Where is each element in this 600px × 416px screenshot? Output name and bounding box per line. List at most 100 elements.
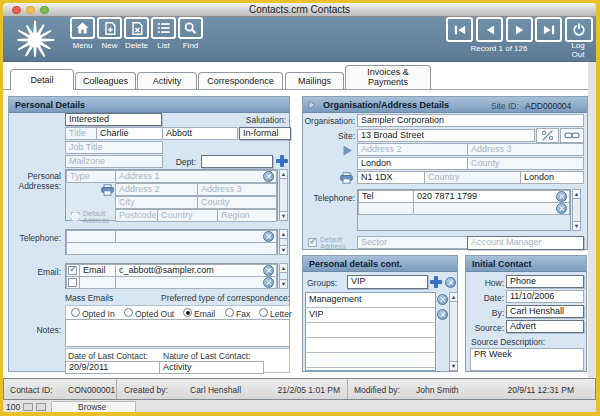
scroll-down-icon[interactable]: ▼ xyxy=(573,221,580,230)
last-record-button[interactable] xyxy=(535,17,562,42)
scroll-up-icon[interactable]: ▲ xyxy=(280,170,287,179)
address1-field[interactable]: Address 1 xyxy=(115,170,277,183)
site-chevron-icon[interactable] xyxy=(341,144,354,157)
org-county-field[interactable]: County xyxy=(467,157,584,170)
county-field[interactable]: County xyxy=(197,196,277,209)
delete-org-phone-icon[interactable] xyxy=(556,191,567,202)
default-address-checkbox[interactable] xyxy=(71,212,80,221)
telephone-scrollbar[interactable]: ▲ ▼ xyxy=(279,229,288,255)
delete-group-icon[interactable] xyxy=(437,294,448,305)
tab-colleagues[interactable]: Colleagues xyxy=(75,72,136,89)
groups-field[interactable]: VIP xyxy=(347,275,428,289)
zoom-level[interactable]: 100 xyxy=(6,402,20,412)
find-button[interactable] xyxy=(178,17,203,39)
how-field[interactable]: Phone xyxy=(506,275,584,288)
address-type-field[interactable]: Type xyxy=(66,170,116,183)
title-field[interactable]: Title xyxy=(65,127,97,140)
opted-in-radio[interactable] xyxy=(71,308,80,317)
phone-row2-field[interactable] xyxy=(66,242,277,255)
link-address-button[interactable] xyxy=(560,128,584,143)
clear-group-icon[interactable] xyxy=(445,277,456,288)
scroll-up-icon[interactable]: ▲ xyxy=(280,230,287,239)
delete-email-icon[interactable] xyxy=(263,265,274,276)
by-field[interactable]: Carl Henshall xyxy=(506,305,584,318)
tab-correspondence[interactable]: Correspondence xyxy=(198,72,283,89)
date-field[interactable]: 11/10/2006 xyxy=(506,290,584,303)
job-title-field[interactable]: Job Title xyxy=(65,141,163,154)
print-address-icon[interactable] xyxy=(101,184,114,196)
group-item[interactable] xyxy=(306,323,435,338)
mode-label[interactable]: Browse xyxy=(78,402,106,412)
pref-email-radio[interactable] xyxy=(183,308,192,317)
email-checkbox[interactable] xyxy=(68,266,77,275)
print-site-icon[interactable] xyxy=(340,172,353,184)
org-phone2-number-field[interactable] xyxy=(413,202,570,215)
expand-chevron-icon[interactable] xyxy=(307,100,317,110)
organisation-field[interactable]: Sampler Corporation xyxy=(357,114,584,127)
previous-record-button[interactable] xyxy=(476,17,503,42)
last-name-field[interactable]: Abbott xyxy=(162,127,238,140)
date-last-contact-field[interactable]: 20/9/2011 xyxy=(65,361,160,374)
email2-address-field[interactable] xyxy=(115,276,277,289)
org-city-field[interactable]: London xyxy=(357,157,468,170)
interested-field[interactable]: Interested xyxy=(65,113,162,126)
source-description-field[interactable]: PR Week xyxy=(470,348,584,371)
country-field[interactable]: Country xyxy=(157,209,218,222)
list-button[interactable] xyxy=(151,17,176,39)
pref-letter-radio[interactable] xyxy=(259,308,268,317)
org-telephone-scrollbar[interactable]: ▲ ▼ xyxy=(572,189,581,231)
tab-activity[interactable]: Activity xyxy=(137,72,197,89)
nature-last-contact-field[interactable]: Activity xyxy=(159,361,264,374)
postcode-field[interactable]: Postcode xyxy=(115,209,158,222)
scroll-up-icon[interactable]: ▲ xyxy=(450,293,457,302)
logout-button[interactable] xyxy=(565,17,593,42)
email2-checkbox[interactable] xyxy=(68,278,77,287)
city-field[interactable]: City xyxy=(115,196,198,209)
region-field[interactable]: Region xyxy=(217,209,277,222)
address3-field[interactable]: Address 3 xyxy=(197,183,277,196)
delete-address-icon[interactable] xyxy=(263,171,274,182)
address2-field[interactable]: Address 2 xyxy=(115,183,198,196)
source-field[interactable]: Advert xyxy=(506,320,584,333)
scroll-down-icon[interactable]: ▼ xyxy=(280,245,287,254)
email2-type-field[interactable] xyxy=(79,276,116,289)
org-address2-field[interactable]: Address 2 xyxy=(357,143,468,156)
tab-mailings[interactable]: Mailings xyxy=(285,72,344,89)
zoom-out-icon[interactable] xyxy=(23,403,33,411)
group-item[interactable] xyxy=(306,353,435,368)
menu-button[interactable] xyxy=(70,17,95,39)
org-country-field[interactable]: Country xyxy=(424,171,521,184)
tab-invoices-payments[interactable]: Invoices & Payments xyxy=(345,65,431,89)
group-item[interactable] xyxy=(306,338,435,353)
opted-out-radio[interactable] xyxy=(124,308,133,317)
org-region-field[interactable]: London xyxy=(520,171,584,184)
salutation-field[interactable]: In-formal xyxy=(239,127,291,140)
delete-org-phone2-icon[interactable] xyxy=(556,203,567,214)
org-default-address-checkbox[interactable] xyxy=(308,238,317,247)
sector-field[interactable]: Sector xyxy=(357,236,468,249)
scroll-down-icon[interactable]: ▼ xyxy=(450,361,457,370)
group-item[interactable]: Management xyxy=(306,293,435,308)
delete-phone-icon[interactable] xyxy=(263,231,274,242)
next-record-button[interactable] xyxy=(506,17,533,42)
add-group-icon[interactable] xyxy=(430,276,442,288)
account-manager-field[interactable]: Account Manager xyxy=(467,236,584,250)
edit-address-button[interactable] xyxy=(536,128,559,143)
notes-field[interactable] xyxy=(65,319,290,347)
address-scrollbar[interactable]: ▲ ▼ xyxy=(279,169,288,221)
groups-scrollbar[interactable]: ▲ ▼ xyxy=(449,292,458,371)
scroll-up-icon[interactable]: ▲ xyxy=(573,190,580,199)
org-postcode-field[interactable]: N1 1DX xyxy=(357,171,425,184)
delete-email2-icon[interactable] xyxy=(263,277,274,288)
delete-group-icon[interactable] xyxy=(437,309,448,320)
add-address-icon[interactable] xyxy=(276,155,288,167)
zoom-in-icon[interactable] xyxy=(36,403,46,411)
dept-field[interactable] xyxy=(201,155,273,168)
scroll-down-icon[interactable]: ▼ xyxy=(280,211,287,220)
pref-fax-radio[interactable] xyxy=(225,308,234,317)
group-item[interactable]: VIP xyxy=(306,308,435,323)
org-address3-field[interactable]: Address 3 xyxy=(467,143,584,156)
site-address1-field[interactable]: 13 Broad Street xyxy=(357,129,535,142)
email-scrollbar[interactable]: ▲ ▼ xyxy=(279,263,288,289)
first-record-button[interactable] xyxy=(446,17,473,42)
